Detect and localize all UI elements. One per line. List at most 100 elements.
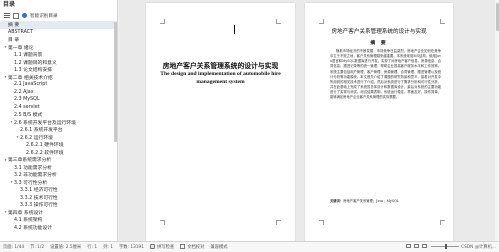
- toc-item[interactable]: 2.4 servlet: [0, 104, 117, 112]
- read-view-icon[interactable]: [422, 244, 427, 248]
- toc-item[interactable]: ▾ 3.3 可行性分析: [0, 179, 117, 187]
- toc-item[interactable]: 4.1 系统架构: [0, 216, 117, 224]
- toc-item-label: 第三章系统需求分析: [8, 158, 52, 164]
- toc-item[interactable]: 1.2 课题目的和意义: [0, 59, 117, 67]
- toc-item-label: 第二章 相关技术介绍: [8, 75, 53, 81]
- nav-header: 目录: [0, 0, 117, 10]
- page-view-icon[interactable]: [406, 244, 411, 248]
- abstract-keywords: 关键词：房地产客户关系管理；Java；MySQL: [330, 199, 441, 204]
- toc-item[interactable]: 2.2 Ajax: [0, 89, 117, 97]
- toc-item-label: 1.1 课题背景: [14, 53, 43, 59]
- status-position: 设置值: 2.5厘米: [50, 245, 82, 250]
- nav-scrollbar[interactable]: [114, 22, 117, 240]
- toc-item-label: 第一章 绪论: [8, 45, 34, 51]
- toc-item[interactable]: 2.1 JavaScript: [0, 81, 117, 89]
- status-page[interactable]: 页面: 1/44: [3, 244, 24, 250]
- toc-item-label: 3.1 功能需求分析: [14, 165, 52, 171]
- toc-item[interactable]: 3.2 非功能需求分析: [0, 171, 117, 179]
- spell-check-button[interactable]: 拼写检查: [150, 244, 174, 250]
- toc-item[interactable]: 2.6.2.1 硬件环境: [0, 141, 117, 149]
- cover-title-en: The design and implementation of automob…: [160, 71, 281, 85]
- crop-mark: [276, 19, 281, 24]
- nav-title: 目录: [3, 1, 16, 8]
- doc-check-button[interactable]: 文档校对: [180, 244, 204, 250]
- page-abstract[interactable]: 房地产客户关系管理系统的设计与实现 摘 要 随着市场经济的不断发展，市场竞争日益…: [305, 3, 453, 241]
- toc-item-label: 2.6.2.2 软件环境: [26, 150, 64, 156]
- toc-item[interactable]: 1.1 课题背景: [0, 51, 117, 59]
- toc-item[interactable]: 2.6.2.2 软件环境: [0, 149, 117, 157]
- toc-item[interactable]: 3.3.2 技术可行性: [0, 194, 117, 202]
- crop-mark: [319, 19, 324, 24]
- toc-item-label: 2.4 servlet: [14, 104, 40, 110]
- toc-item-label: 3.3.2 技术可行性: [20, 195, 58, 201]
- view-controls: [403, 243, 459, 249]
- keywords-label: 关键词：: [330, 199, 344, 203]
- crop-mark: [319, 220, 324, 225]
- toc-item[interactable]: 1.3 论文结构安排: [0, 66, 117, 74]
- toc-item-label: 3.3 可行性分析: [14, 180, 48, 186]
- toc-item-label: 2.6.1 系统开发平台: [20, 128, 63, 134]
- collapse-icon[interactable]: [13, 12, 19, 19]
- toc-item-label: 2.6.2 运行环境: [20, 135, 53, 141]
- toc-item[interactable]: 2.5 B/S 模式: [0, 111, 117, 119]
- toc-item-label: 2.5 B/S 模式: [14, 113, 43, 119]
- toc-navigation-pane: 目录 智能识别目录 摘 要 ABSTRACT 目 录 ▾ 第一章 绪论 1.1 课题背景 1…: [0, 0, 118, 241]
- web-view-icon[interactable]: [414, 244, 419, 248]
- toc-item[interactable]: 3.1 功能需求分析: [0, 164, 117, 172]
- status-column: 列: 1: [103, 245, 113, 250]
- status-bar: 页面: 1/44 节: 1/2 设置值: 2.5厘米 行: 1 列: 1 字数:…: [0, 241, 499, 252]
- toc-item-label: 4.2 系统功能设计: [14, 225, 52, 231]
- crop-mark: [160, 19, 165, 24]
- toc-item-label: 3.2 非功能需求分析: [14, 173, 57, 179]
- toc-list: 摘 要 ABSTRACT 目 录 ▾ 第一章 绪论 1.1 课题背景 1.2 课题目的和意义…: [0, 21, 117, 231]
- menu-icon[interactable]: [4, 13, 10, 18]
- toc-item-label: 3.3.1 经济可行性: [20, 188, 58, 194]
- toc-item[interactable]: 2.3 MySQL: [0, 96, 117, 104]
- toc-item-label: 目 录: [8, 38, 20, 44]
- abstract-heading: 摘 要: [370, 40, 388, 46]
- toc-item[interactable]: ▾ 第三章系统需求分析: [0, 156, 117, 164]
- toc-item[interactable]: ▾ 2.6.2 运行环境: [0, 134, 117, 142]
- nav-scrollbar-thumb[interactable]: [114, 22, 117, 142]
- toc-item[interactable]: ▾ 第四章 系统设计: [0, 209, 117, 217]
- toc-item-label: 第四章 系统设计: [8, 210, 44, 216]
- toc-item[interactable]: 2.6.1 系统开发平台: [0, 126, 117, 134]
- document-scrollbar-thumb[interactable]: [495, 3, 499, 31]
- abstract-page-title: 房地产客户关系管理系统的设计与实现: [331, 29, 427, 35]
- toc-item-label: 3.3.3 操作可行性: [20, 203, 58, 209]
- toc-item[interactable]: 3.3.1 经济可行性: [0, 186, 117, 194]
- keywords-value: 房地产客户关系管理；Java；MySQL: [343, 199, 399, 203]
- toc-item-label: 4.1 系统架构: [14, 218, 43, 224]
- abstract-body: 随着市场经济的不断发展，市场竞争日益激烈，房地产企业如何在竞争中立于不败之地，客…: [330, 49, 441, 100]
- page-cover[interactable]: 房地产客户关系管理系统的设计与实现 The design and impleme…: [146, 3, 295, 241]
- toc-item-label: 1.2 课题目的和意义: [14, 60, 57, 66]
- status-row: 行: 1: [87, 245, 98, 250]
- doc-check-icon: [180, 244, 186, 249]
- toc-item[interactable]: ▾ 2.6 系统开发平台及运行环境: [0, 119, 117, 127]
- toc-item[interactable]: ABSTRACT: [0, 29, 117, 37]
- spell-check-icon: [150, 244, 156, 249]
- status-section: 节: 1/2: [30, 245, 45, 250]
- text-cursor: [234, 25, 235, 34]
- doc-check-label: 文档校对: [187, 245, 205, 250]
- toc-item-label: 1.3 论文结构安排: [14, 68, 52, 74]
- compat-mode: 兼容模式: [210, 245, 228, 250]
- crop-mark: [440, 19, 445, 24]
- toc-item[interactable]: ▾ 第二章 相关技术介绍: [0, 74, 117, 82]
- smart-toc-button[interactable]: 智能识别目录: [30, 13, 58, 19]
- toc-item[interactable]: 4.2 系统功能设计: [0, 224, 117, 232]
- toc-item[interactable]: 摘 要: [0, 21, 117, 29]
- crop-mark: [276, 220, 281, 225]
- zoom-slider[interactable]: [431, 243, 459, 249]
- watermark-label: CSDN @计算机...: [461, 245, 496, 250]
- toc-item[interactable]: 3.3.3 操作可行性: [0, 201, 117, 209]
- smart-toc-icon[interactable]: [22, 13, 27, 18]
- toc-item[interactable]: 目 录: [0, 36, 117, 44]
- toc-item-label: 2.3 MySQL: [14, 97, 40, 103]
- toc-item-label: 摘 要: [8, 23, 20, 29]
- status-word-count[interactable]: 字数: 13191: [119, 244, 144, 250]
- toc-item-label: 2.6 系统开发平台及运行环境: [14, 120, 76, 126]
- toc-item[interactable]: ▾ 第一章 绪论: [0, 44, 117, 52]
- nav-toolbar: 智能识别目录: [0, 10, 117, 21]
- document-scrollbar[interactable]: [495, 0, 499, 241]
